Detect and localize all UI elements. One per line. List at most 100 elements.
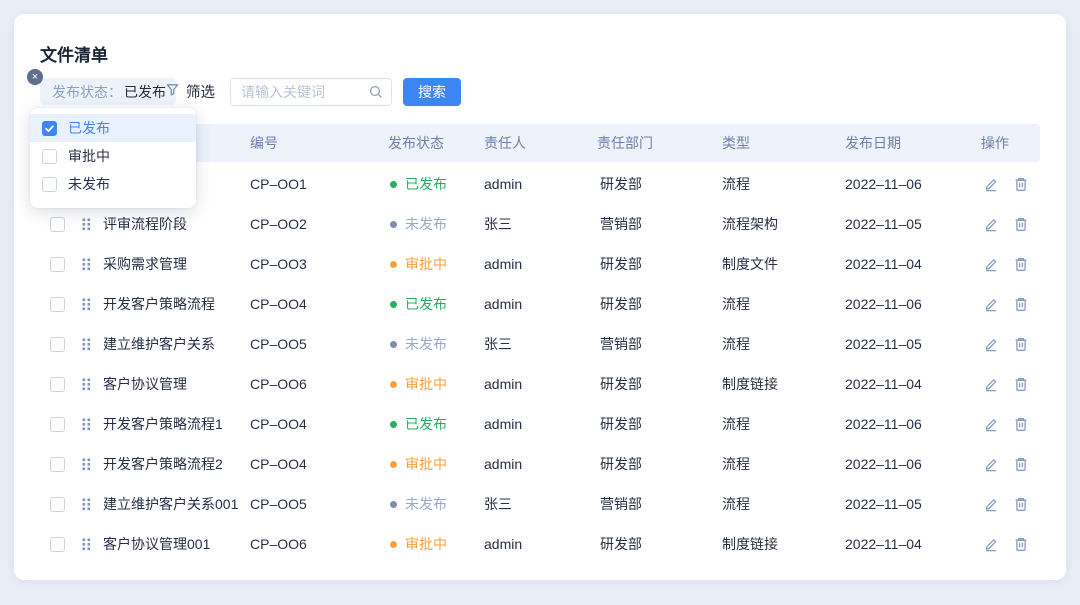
trash-icon[interactable] xyxy=(1013,536,1029,552)
actions-cell xyxy=(981,256,1040,272)
responsible-department: 研发部 xyxy=(597,374,722,394)
column-header: 操作 xyxy=(981,133,1040,153)
close-icon[interactable]: × xyxy=(27,69,43,85)
responsible-person: 张三 xyxy=(484,494,597,514)
file-code: CP–OO4 xyxy=(250,416,388,432)
dropdown-option[interactable]: 审批中 xyxy=(30,142,196,170)
file-name-cell: 开发客户策略流程 xyxy=(40,294,250,314)
column-header: 发布状态 xyxy=(388,133,484,153)
trash-icon[interactable] xyxy=(1013,216,1029,232)
actions-cell xyxy=(981,336,1040,352)
trash-icon[interactable] xyxy=(1013,376,1029,392)
option-checkbox[interactable] xyxy=(42,149,57,164)
drag-handle-icon[interactable] xyxy=(82,458,91,471)
file-name: 客户协议管理001 xyxy=(103,534,210,554)
file-type: 制度文件 xyxy=(722,254,845,274)
drag-handle-icon[interactable] xyxy=(82,338,91,351)
edit-icon[interactable] xyxy=(983,176,999,192)
trash-icon[interactable] xyxy=(1013,416,1029,432)
trash-icon[interactable] xyxy=(1013,256,1029,272)
trash-icon[interactable] xyxy=(1013,336,1029,352)
table-row: 采购需求管理 CP–OO3 审批中 admin 研发部 制度文件 2022–11… xyxy=(40,244,1040,284)
file-name-cell: 开发客户策略流程1 xyxy=(40,414,250,434)
actions-cell xyxy=(981,496,1040,512)
file-code: CP–OO5 xyxy=(250,336,388,352)
column-header: 编号 xyxy=(250,133,388,153)
option-checkbox[interactable] xyxy=(42,177,57,192)
edit-icon[interactable] xyxy=(983,336,999,352)
edit-icon[interactable] xyxy=(983,536,999,552)
publish-date: 2022–11–04 xyxy=(845,536,981,552)
page-title: 文件清单 xyxy=(40,41,108,66)
row-checkbox[interactable] xyxy=(50,377,65,392)
edit-icon[interactable] xyxy=(983,456,999,472)
status-text: 审批中 xyxy=(405,374,447,394)
file-type: 流程 xyxy=(722,174,845,194)
search-box xyxy=(230,78,392,106)
publish-date: 2022–11–05 xyxy=(845,216,981,232)
row-checkbox[interactable] xyxy=(50,257,65,272)
trash-icon[interactable] xyxy=(1013,456,1029,472)
edit-icon[interactable] xyxy=(983,496,999,512)
status-badge: 审批中 xyxy=(388,374,484,394)
status-dot-icon xyxy=(390,301,397,308)
trash-icon[interactable] xyxy=(1013,496,1029,512)
edit-icon[interactable] xyxy=(983,256,999,272)
actions-cell xyxy=(981,456,1040,472)
responsible-department: 研发部 xyxy=(597,254,722,274)
magnifier-icon xyxy=(368,84,384,105)
row-checkbox[interactable] xyxy=(50,217,65,232)
edit-icon[interactable] xyxy=(983,296,999,312)
trash-icon[interactable] xyxy=(1013,176,1029,192)
drag-handle-icon[interactable] xyxy=(82,538,91,551)
status-dot-icon xyxy=(390,221,397,228)
filter-button[interactable]: 筛选 xyxy=(165,78,215,105)
publish-date: 2022–11–04 xyxy=(845,256,981,272)
status-badge: 已发布 xyxy=(388,414,484,434)
file-type: 流程 xyxy=(722,414,845,434)
status-badge: 已发布 xyxy=(388,294,484,314)
file-name: 建立维护客户关系 xyxy=(103,334,215,354)
option-checkbox[interactable] xyxy=(42,121,57,136)
row-checkbox[interactable] xyxy=(50,417,65,432)
drag-handle-icon[interactable] xyxy=(82,218,91,231)
actions-cell xyxy=(981,536,1040,552)
drag-handle-icon[interactable] xyxy=(82,378,91,391)
responsible-department: 研发部 xyxy=(597,414,722,434)
table-row: 开发客户策略流程2 CP–OO4 审批中 admin 研发部 流程 2022–1… xyxy=(40,444,1040,484)
status-text: 已发布 xyxy=(405,294,447,314)
row-checkbox[interactable] xyxy=(50,497,65,512)
search-button[interactable]: 搜索 xyxy=(403,78,461,106)
responsible-department: 营销部 xyxy=(597,214,722,234)
status-text: 未发布 xyxy=(405,214,447,234)
drag-handle-icon[interactable] xyxy=(82,298,91,311)
status-badge: 审批中 xyxy=(388,534,484,554)
status-badge: 未发布 xyxy=(388,214,484,234)
edit-icon[interactable] xyxy=(983,216,999,232)
drag-handle-icon[interactable] xyxy=(82,258,91,271)
row-checkbox[interactable] xyxy=(50,297,65,312)
row-checkbox[interactable] xyxy=(50,537,65,552)
drag-handle-icon[interactable] xyxy=(82,418,91,431)
status-dot-icon xyxy=(390,541,397,548)
status-badge: 审批中 xyxy=(388,454,484,474)
edit-icon[interactable] xyxy=(983,376,999,392)
option-label: 已发布 xyxy=(68,118,110,138)
dropdown-option[interactable]: 已发布 xyxy=(30,114,196,142)
row-checkbox[interactable] xyxy=(50,457,65,472)
file-name: 开发客户策略流程2 xyxy=(103,454,223,474)
status-dot-icon xyxy=(390,381,397,388)
responsible-department: 研发部 xyxy=(597,294,722,314)
edit-icon[interactable] xyxy=(983,416,999,432)
table-row: 客户协议管理001 CP–OO6 审批中 admin 研发部 制度链接 2022… xyxy=(40,524,1040,564)
status-filter-tag[interactable]: 发布状态： 已发布 xyxy=(40,78,176,105)
table-row: 开发客户策略流程1 CP–OO4 已发布 admin 研发部 流程 2022–1… xyxy=(40,404,1040,444)
drag-handle-icon[interactable] xyxy=(82,498,91,511)
file-code: CP–OO2 xyxy=(250,216,388,232)
dropdown-option[interactable]: 未发布 xyxy=(30,170,196,198)
file-code: CP–OO4 xyxy=(250,456,388,472)
trash-icon[interactable] xyxy=(1013,296,1029,312)
row-checkbox[interactable] xyxy=(50,337,65,352)
file-type: 流程 xyxy=(722,334,845,354)
file-name-cell: 开发客户策略流程2 xyxy=(40,454,250,474)
